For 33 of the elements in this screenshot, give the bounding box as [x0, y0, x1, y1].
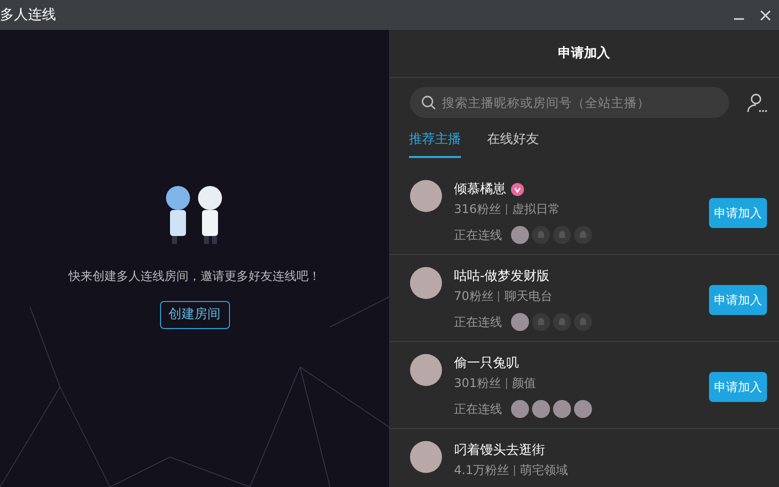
- status-label: 正在连线: [454, 314, 502, 331]
- invite-message: 快来创建多人连线房间，邀请更多好友连线吧！: [68, 268, 320, 285]
- badge-icon: [511, 182, 524, 196]
- fan-count: 4.1万粉丝: [454, 462, 510, 479]
- streamer-avatar[interactable]: [410, 440, 442, 472]
- fan-count: 316粉丝: [454, 201, 501, 218]
- tab[interactable]: 推荐主播: [409, 130, 461, 158]
- apply-join-button[interactable]: 申请加入: [709, 284, 767, 314]
- category-label: 颜值: [512, 375, 536, 392]
- create-room-button[interactable]: 创建房间: [160, 301, 230, 328]
- window-title: 多人连线: [0, 6, 56, 24]
- streamer-avatar[interactable]: [410, 180, 442, 212]
- streamer-name: 叼着馒头去逛街: [454, 442, 545, 460]
- streamer-name: 倾慕橘崽: [454, 180, 506, 198]
- fan-count: 301粉丝: [454, 375, 501, 392]
- category-label: 虚拟日常: [512, 201, 560, 218]
- apply-join-button[interactable]: 申请加入: [709, 372, 767, 402]
- status-label: 正在连线: [454, 227, 502, 244]
- panel-title: 申请加入: [558, 44, 610, 63]
- close-icon[interactable]: [760, 10, 771, 20]
- streamer-avatar[interactable]: [410, 266, 442, 298]
- category-label: 聊天电台: [504, 288, 552, 305]
- streamer-name: 偷一只兔叽: [454, 354, 519, 372]
- streamer-name: 咕咕-做梦发财版: [454, 268, 550, 286]
- fan-count: 70粉丝: [454, 288, 494, 305]
- status-label: 正在连线: [454, 401, 502, 418]
- streamer-avatar[interactable]: [410, 354, 442, 386]
- user-icon[interactable]: [747, 92, 767, 112]
- apply-join-button[interactable]: 申请加入: [709, 198, 767, 228]
- search-field[interactable]: 搜索主播昵称或房间号（全站主播）: [410, 87, 729, 118]
- search-icon: [421, 95, 436, 110]
- category-label: 萌宅领域: [520, 462, 568, 479]
- tab[interactable]: 在线好友: [487, 130, 539, 158]
